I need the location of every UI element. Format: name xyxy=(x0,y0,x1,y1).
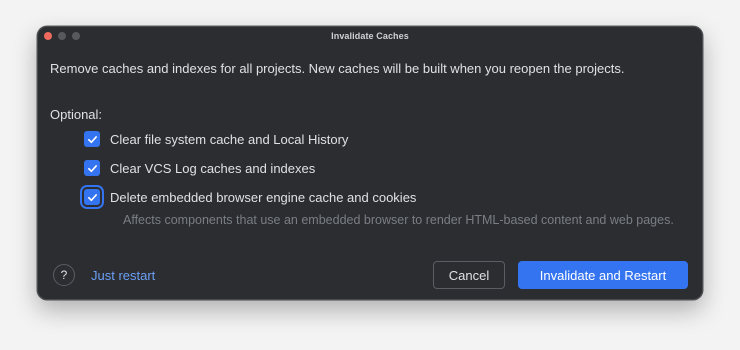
checkbox-clear-file-system-cache[interactable] xyxy=(84,131,100,147)
dialog-message: Remove caches and indexes for all projec… xyxy=(50,61,625,76)
option-label: Delete embedded browser engine cache and… xyxy=(110,189,417,205)
checkbox-clear-vcs-log-caches[interactable] xyxy=(84,160,100,176)
option-delete-browser-cache[interactable]: Delete embedded browser engine cache and… xyxy=(80,185,417,209)
invalidate-caches-dialog: Invalidate Caches Remove caches and inde… xyxy=(37,26,703,300)
close-window-button[interactable] xyxy=(44,32,52,40)
zoom-window-button[interactable] xyxy=(72,32,80,40)
optional-label: Optional: xyxy=(50,107,103,122)
option-clear-vcs-log-caches[interactable]: Clear VCS Log caches and indexes xyxy=(84,160,315,176)
checkmark-icon xyxy=(87,193,97,201)
checkbox-delete-browser-cache[interactable] xyxy=(80,185,104,209)
checkmark-icon xyxy=(87,164,97,172)
invalidate-and-restart-button[interactable]: Invalidate and Restart xyxy=(518,261,688,289)
checkmark-icon xyxy=(87,135,97,143)
option-clear-file-system-cache[interactable]: Clear file system cache and Local Histor… xyxy=(84,131,348,147)
minimize-window-button[interactable] xyxy=(58,32,66,40)
option-label: Clear VCS Log caches and indexes xyxy=(110,160,316,176)
just-restart-link[interactable]: Just restart xyxy=(91,268,155,283)
browser-cache-hint: Affects components that use an embedded … xyxy=(123,213,674,227)
window-controls xyxy=(44,32,80,40)
help-icon[interactable]: ? xyxy=(53,264,75,286)
option-label: Clear file system cache and Local Histor… xyxy=(110,131,349,147)
window-title: Invalidate Caches xyxy=(331,31,409,41)
title-bar: Invalidate Caches xyxy=(38,27,702,45)
cancel-button[interactable]: Cancel xyxy=(433,261,505,289)
